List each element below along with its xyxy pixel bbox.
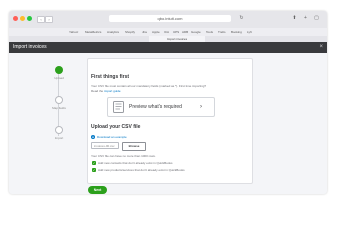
browse-button[interactable]: Browse <box>122 142 146 151</box>
title-bar: ‹ › qbo.intuit.com ↻ ⬆ + ▢ <box>9 11 327 28</box>
step-upload-active-icon <box>55 66 63 74</box>
minimize-window-icon[interactable] <box>20 16 25 21</box>
step-label-import: Import <box>54 136 64 140</box>
address-bar[interactable]: qbo.intuit.com <box>109 15 231 22</box>
bookmark-item[interactable]: Google <box>191 28 201 36</box>
reload-icon[interactable]: ↻ <box>238 15 245 22</box>
close-icon[interactable]: × <box>319 42 323 53</box>
row-limit-text: Your CSV file can have no more than 1000… <box>91 154 156 158</box>
document-icon <box>113 101 124 113</box>
bookmark-item[interactable]: UPS <box>173 28 179 36</box>
share-icon[interactable]: ⬆ <box>291 15 298 22</box>
add-products-label: Add new products/services that don't alr… <box>98 168 185 172</box>
import-guide-prefix: Read the <box>91 89 104 93</box>
bookmark-item[interactable]: Booking <box>231 28 242 36</box>
download-example-link[interactable]: Download an example <box>97 135 127 139</box>
page-header: Import invoices × <box>9 42 327 53</box>
add-contacts-checkbox[interactable]: ✓ <box>92 161 96 165</box>
import-guide-line: Read the import guide <box>91 89 121 93</box>
upload-title: Upload your CSV file <box>91 124 141 130</box>
chevron-right-icon: › <box>200 104 202 110</box>
add-products-checkbox[interactable]: ✓ <box>92 168 96 172</box>
step-import-icon <box>55 126 63 134</box>
page-title: Import invoices <box>13 44 47 50</box>
bookmark-item[interactable]: ICA <box>164 28 169 36</box>
step-map-fields-icon <box>55 96 63 104</box>
bookmark-item[interactable]: Yahoo! <box>69 28 78 36</box>
forward-icon[interactable]: › <box>45 16 53 23</box>
step-label-upload: Upload <box>54 76 64 80</box>
new-tab-icon[interactable]: + <box>302 15 309 22</box>
file-input[interactable]: invoices-00.csv <box>91 142 119 149</box>
bookmark-item[interactable]: Shopify <box>125 28 135 36</box>
maximize-window-icon[interactable] <box>27 16 32 21</box>
bookmark-item[interactable]: Analytics <box>107 28 119 36</box>
first-things-title: First things first <box>91 74 130 80</box>
bookmark-item[interactable]: Apple <box>152 28 160 36</box>
download-icon <box>91 135 95 139</box>
back-icon[interactable]: ‹ <box>37 16 45 23</box>
next-button[interactable]: Next <box>88 186 107 194</box>
bookmark-item[interactable]: Jira <box>142 28 147 36</box>
bookmark-item[interactable]: Tools <box>206 28 213 36</box>
bookmark-item[interactable]: Trello <box>218 28 225 36</box>
close-window-icon[interactable] <box>13 16 18 21</box>
bookmark-item[interactable]: Lyft <box>247 28 252 36</box>
bookmark-item[interactable]: ADB <box>182 28 188 36</box>
add-contacts-label: Add new contacts that don't already exis… <box>98 161 173 165</box>
import-guide-link[interactable]: import guide <box>104 89 121 93</box>
mandatory-fields-text: Your CSV file must contain all our manda… <box>91 84 207 88</box>
step-label-map-fields: Map fields <box>52 106 66 110</box>
preview-required-button[interactable]: Preview what's required › <box>107 97 215 117</box>
tab-overview-icon[interactable]: ▢ <box>313 15 320 22</box>
bookmark-item[interactable]: MetaMetrics <box>85 28 101 36</box>
preview-required-label: Preview what's required <box>129 104 182 110</box>
